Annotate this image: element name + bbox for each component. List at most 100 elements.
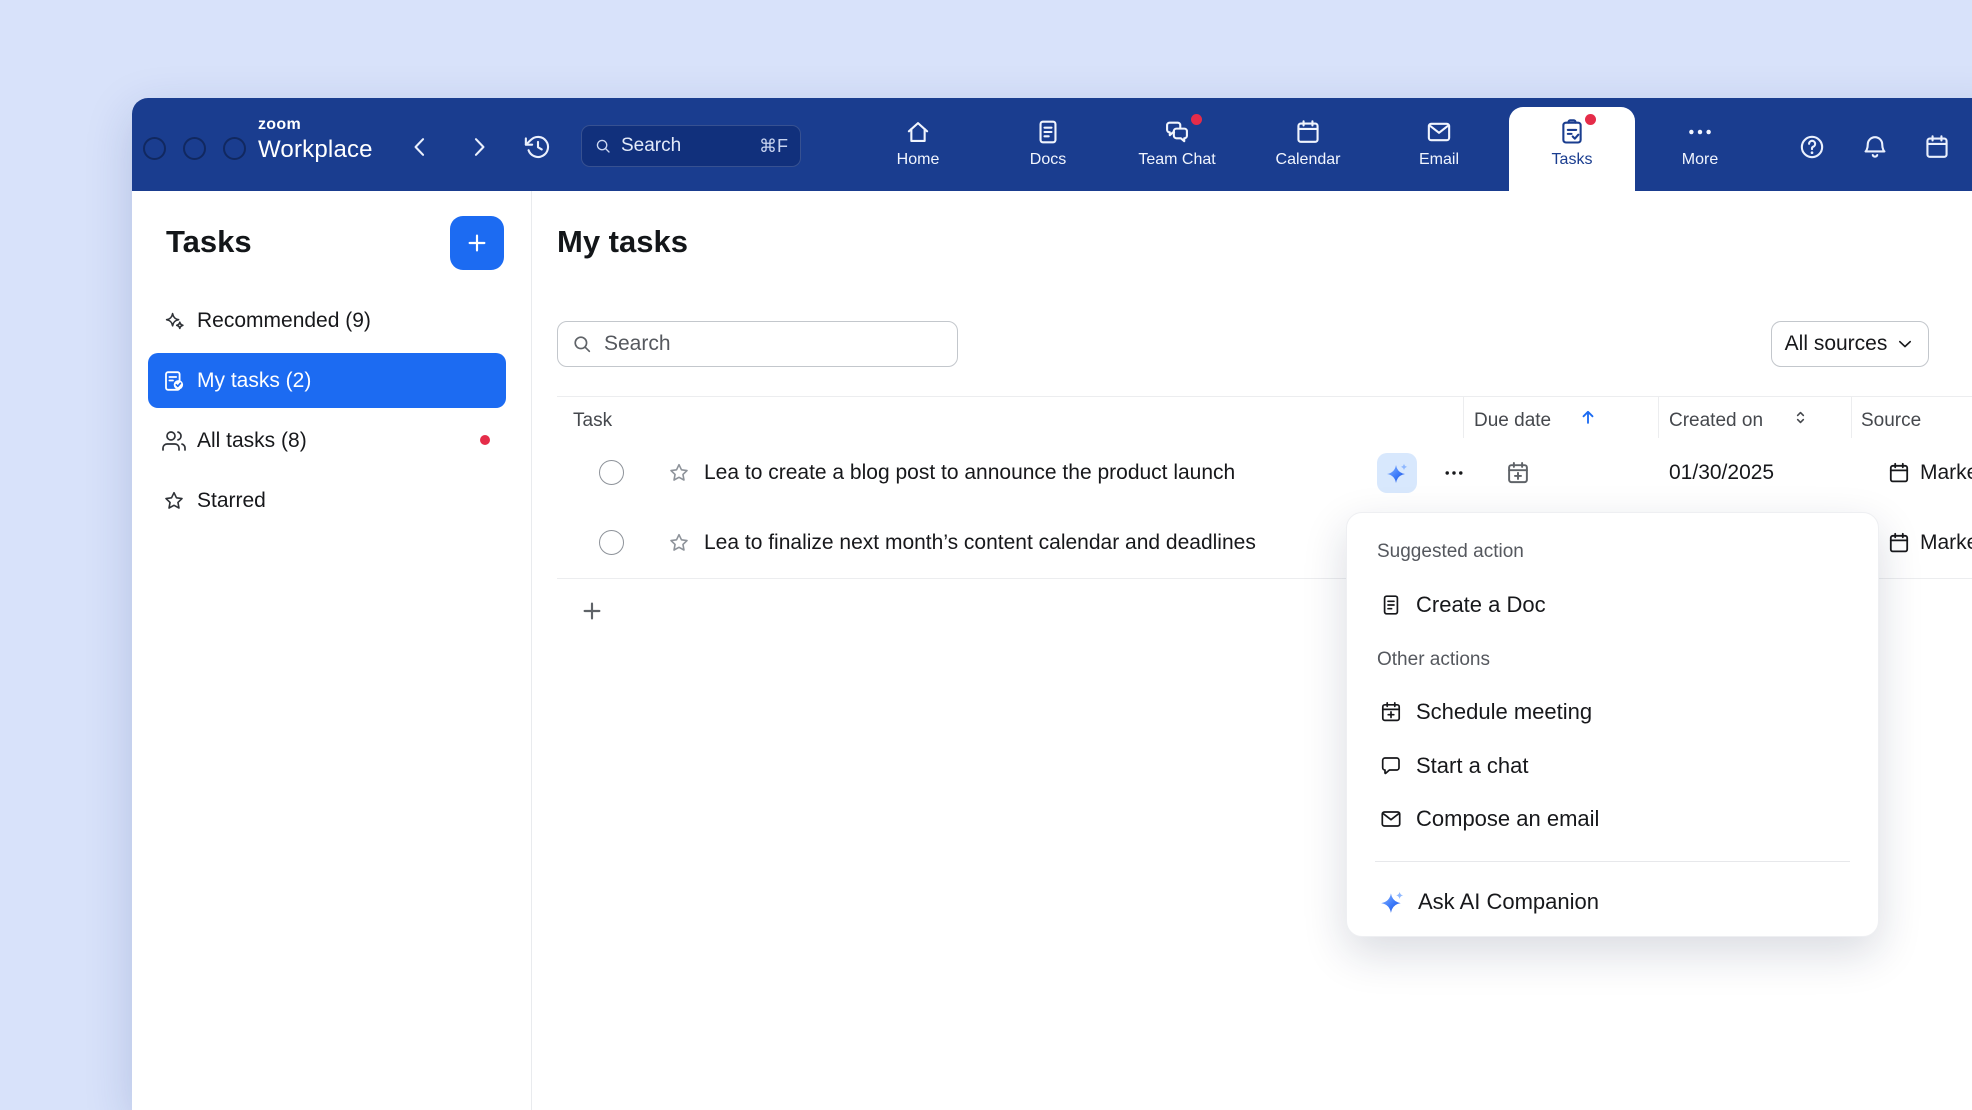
nav-item-calendar[interactable]: Calendar bbox=[1250, 112, 1366, 186]
nav-label-more: More bbox=[1682, 151, 1718, 169]
page-title: My tasks bbox=[557, 224, 688, 260]
nav-item-docs[interactable]: Docs bbox=[990, 112, 1106, 186]
document-icon bbox=[1379, 593, 1403, 617]
star-icon[interactable] bbox=[667, 461, 691, 485]
nav-label-docs: Docs bbox=[1030, 151, 1066, 169]
task-complete-checkbox[interactable] bbox=[599, 460, 624, 485]
sidebar-label-all-tasks: All tasks (8) bbox=[197, 429, 307, 453]
menu-section-suggested: Suggested action bbox=[1377, 541, 1524, 563]
menu-item-label: Create a Doc bbox=[1416, 592, 1546, 618]
sparkles-icon bbox=[162, 309, 186, 333]
menu-item-start-chat[interactable]: Start a chat bbox=[1361, 738, 1864, 794]
task-created-date: 01/30/2025 bbox=[1669, 461, 1774, 485]
sort-toggle-icon[interactable] bbox=[1791, 408, 1810, 427]
tasks-notification-dot bbox=[1585, 114, 1596, 125]
chat-bubble-icon bbox=[1379, 754, 1403, 778]
add-task-button[interactable] bbox=[579, 598, 605, 624]
all-tasks-notification-dot bbox=[480, 435, 490, 445]
window-control-2[interactable] bbox=[183, 137, 206, 160]
help-button[interactable] bbox=[1798, 133, 1826, 161]
help-icon bbox=[1798, 133, 1826, 161]
envelope-icon bbox=[1379, 807, 1403, 831]
calendar-icon bbox=[1294, 118, 1322, 146]
menu-item-compose-email[interactable]: Compose an email bbox=[1361, 791, 1864, 847]
nav-forward-button[interactable] bbox=[465, 133, 493, 161]
plus-icon bbox=[579, 598, 605, 624]
calendar-icon bbox=[1887, 461, 1911, 485]
chevron-right-icon bbox=[465, 133, 493, 161]
nav-item-tasks-active[interactable]: Tasks bbox=[1509, 107, 1635, 191]
logo-workplace: Workplace bbox=[258, 138, 373, 162]
menu-item-create-doc[interactable]: Create a Doc bbox=[1361, 577, 1864, 633]
window-control-3[interactable] bbox=[223, 137, 246, 160]
sidebar-item-all-tasks[interactable]: All tasks (8) bbox=[148, 413, 506, 468]
app-topbar: zoom Workplace Search ⌘F Home Docs Team … bbox=[132, 98, 1972, 191]
task-search-field[interactable] bbox=[557, 321, 958, 367]
star-icon bbox=[162, 489, 186, 513]
task-title: Lea to create a blog post to announce th… bbox=[704, 461, 1235, 485]
clipboard-check-icon bbox=[1558, 118, 1586, 146]
menu-item-label: Ask AI Companion bbox=[1418, 889, 1599, 915]
logo-zoom: zoom bbox=[258, 117, 373, 133]
document-icon bbox=[1034, 118, 1062, 146]
menu-section-other: Other actions bbox=[1377, 649, 1490, 671]
task-row-1[interactable]: Lea to create a blog post to announce th… bbox=[557, 438, 1972, 509]
schedule-button[interactable] bbox=[1923, 133, 1951, 161]
ai-companion-icon bbox=[1379, 889, 1405, 915]
nav-label-email: Email bbox=[1419, 151, 1459, 169]
global-search-placeholder: Search bbox=[621, 135, 681, 157]
task-source: Market bbox=[1920, 531, 1972, 555]
column-header-created-on[interactable]: Created on bbox=[1669, 410, 1763, 432]
ellipsis-icon bbox=[1443, 462, 1465, 484]
sidebar-label-my-tasks: My tasks (2) bbox=[197, 369, 311, 393]
nav-back-button[interactable] bbox=[406, 133, 434, 161]
sidebar-item-my-tasks[interactable]: My tasks (2) bbox=[148, 353, 506, 408]
menu-item-label: Schedule meeting bbox=[1416, 699, 1592, 725]
team-chat-notification-dot bbox=[1191, 114, 1202, 125]
add-due-date-button[interactable] bbox=[1505, 460, 1531, 486]
global-search[interactable]: Search ⌘F bbox=[581, 125, 801, 167]
sources-filter-dropdown[interactable]: All sources bbox=[1771, 321, 1929, 367]
menu-item-schedule-meeting[interactable]: Schedule meeting bbox=[1361, 684, 1864, 740]
nav-label-home: Home bbox=[897, 151, 940, 169]
notifications-button[interactable] bbox=[1861, 133, 1889, 161]
menu-item-label: Compose an email bbox=[1416, 806, 1599, 832]
menu-item-ask-ai-companion[interactable]: Ask AI Companion bbox=[1361, 874, 1864, 930]
nav-item-more[interactable]: More bbox=[1642, 112, 1758, 186]
plus-icon bbox=[464, 230, 490, 256]
search-icon bbox=[571, 333, 593, 355]
calendar-icon bbox=[1923, 133, 1951, 161]
nav-item-team-chat[interactable]: Team Chat bbox=[1119, 112, 1235, 186]
chevron-left-icon bbox=[406, 133, 434, 161]
people-icon bbox=[162, 429, 186, 453]
window-control-1[interactable] bbox=[143, 137, 166, 160]
bell-icon bbox=[1861, 133, 1889, 161]
zoom-workplace-logo: zoom Workplace bbox=[258, 117, 373, 162]
task-complete-checkbox[interactable] bbox=[599, 530, 624, 555]
menu-item-label: Start a chat bbox=[1416, 753, 1529, 779]
menu-divider bbox=[1375, 861, 1850, 862]
column-header-source: Source bbox=[1861, 410, 1921, 432]
sidebar-item-starred[interactable]: Starred bbox=[148, 473, 506, 528]
tasks-sidebar: Tasks Recommended (9) My tasks (2) All t… bbox=[132, 191, 532, 1110]
star-icon[interactable] bbox=[667, 531, 691, 555]
sort-ascending-arrow-icon[interactable] bbox=[1578, 407, 1598, 427]
history-icon bbox=[524, 133, 552, 161]
nav-item-email[interactable]: Email bbox=[1381, 112, 1497, 186]
task-more-button[interactable] bbox=[1443, 462, 1465, 484]
nav-label-team-chat: Team Chat bbox=[1138, 151, 1215, 169]
task-search-input[interactable] bbox=[602, 331, 944, 357]
ai-companion-button[interactable] bbox=[1377, 453, 1417, 493]
calendar-plus-icon bbox=[1505, 460, 1531, 486]
column-header-due-date[interactable]: Due date bbox=[1474, 410, 1551, 432]
task-source: Market bbox=[1920, 461, 1972, 485]
column-header-task: Task bbox=[573, 410, 612, 432]
nav-item-home[interactable]: Home bbox=[860, 112, 976, 186]
sidebar-item-recommended[interactable]: Recommended (9) bbox=[148, 293, 506, 348]
task-title: Lea to finalize next month’s content cal… bbox=[704, 531, 1256, 555]
history-button[interactable] bbox=[524, 133, 552, 161]
sidebar-label-starred: Starred bbox=[197, 489, 266, 513]
calendar-icon bbox=[1887, 531, 1911, 555]
search-icon bbox=[594, 137, 612, 155]
new-task-button[interactable] bbox=[450, 216, 504, 270]
